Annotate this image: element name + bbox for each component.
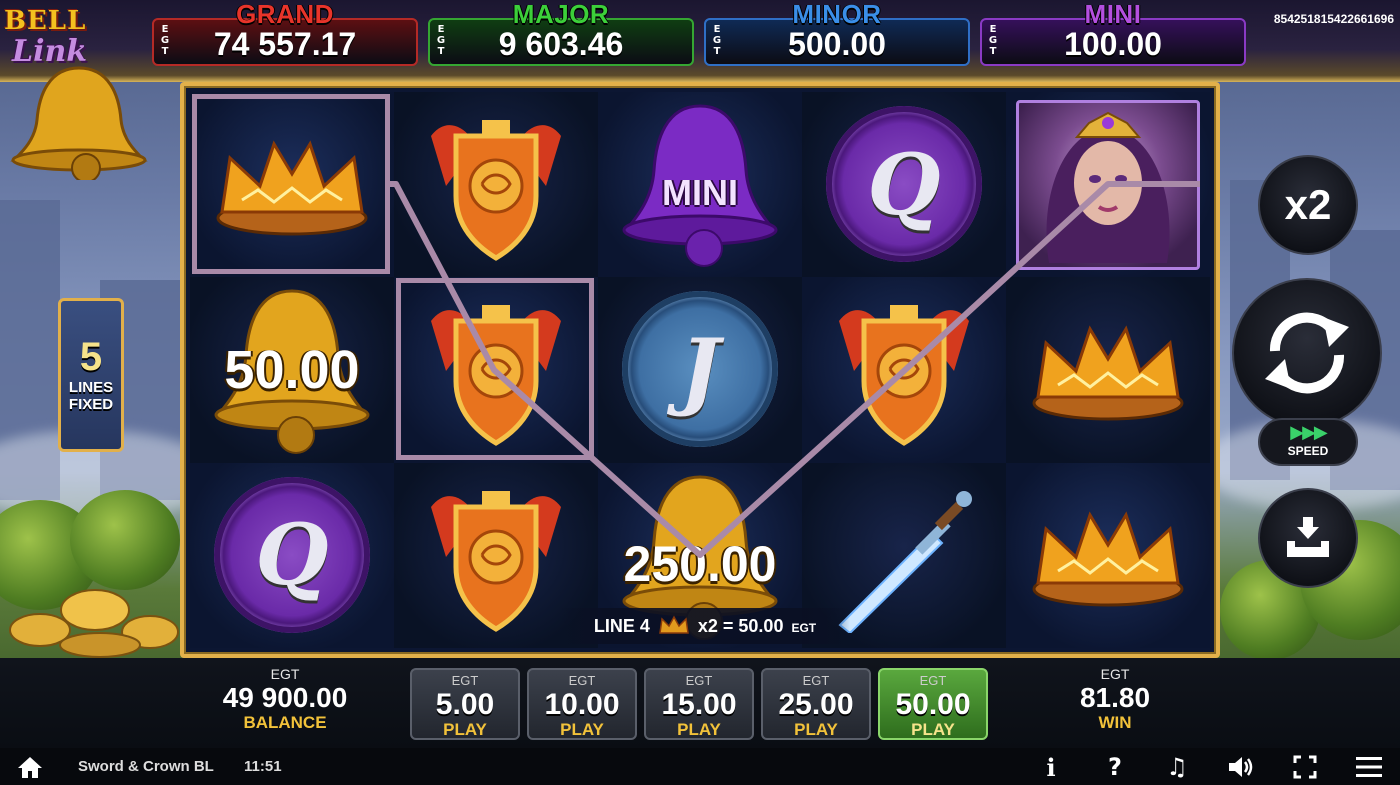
home-icon[interactable] <box>15 752 45 782</box>
golden-bell-icon <box>10 66 148 180</box>
q-coin-symbol-icon: Q <box>214 476 370 633</box>
rose-shield-symbol-icon <box>431 490 561 632</box>
bet-play-label: PLAY <box>560 720 604 739</box>
reel-2-row-1 <box>394 92 598 278</box>
princess-wild-symbol <box>1016 100 1200 270</box>
crown-symbol-icon <box>1032 511 1184 607</box>
game-name: Sword & Crown BL <box>78 758 214 775</box>
win-value: 81.80 <box>1079 682 1151 713</box>
jackpot-value: 9 603.46 <box>498 26 624 62</box>
spin-button[interactable] <box>1232 278 1382 428</box>
volume-icon[interactable] <box>1226 752 1256 782</box>
spin-arrows-icon <box>1265 312 1349 394</box>
bet-play-label: PLAY <box>443 720 487 739</box>
bet-button-4[interactable]: EGT 25.00 PLAY <box>761 668 871 740</box>
rose-shield-symbol-icon <box>839 305 969 447</box>
clock-time: 11:51 <box>244 758 282 775</box>
bet-value: 25.00 <box>778 688 854 721</box>
reel-1-row-1 <box>190 92 394 278</box>
bet-value: 50.00 <box>895 688 971 721</box>
jackpot-minor: E G T 500.00 MINOR <box>704 0 970 68</box>
bet-button-2[interactable]: EGT 10.00 PLAY <box>527 668 637 740</box>
jackpot-value: 500.00 <box>788 26 886 62</box>
reel-3-row-1: MINI <box>598 92 802 278</box>
j-coin-symbol-icon: J <box>622 291 778 448</box>
win-display: EGT 81.80 WIN <box>1050 666 1180 732</box>
bet-play-label: PLAY <box>794 720 838 739</box>
crown-icon <box>659 615 689 634</box>
reel-2-row-2 <box>394 277 598 463</box>
reel-1-row-3: Q <box>190 462 394 648</box>
reels-grid: MINI Q 50.00 J Q 250.00 <box>190 92 1210 648</box>
bet-play-label: PLAY <box>677 720 721 739</box>
reel-4-row-2 <box>802 277 1006 463</box>
ticket-id: 854251815422661696 <box>1273 12 1394 26</box>
line-win-amount: x2 = 50.00 <box>697 615 784 636</box>
lines-label: LINES <box>68 379 114 396</box>
line-win-banner: LINE 4 x2 = 50.00 EGT <box>560 608 850 644</box>
lines-fixed-badge: 5 LINES FIXED <box>58 298 124 452</box>
crown-symbol-icon <box>216 140 368 236</box>
jackpot-title: MINOR <box>792 0 882 29</box>
fixed-label: FIXED <box>68 396 114 413</box>
win-currency: EGT <box>1100 666 1130 682</box>
reel-5-row-1 <box>1006 92 1210 278</box>
music-icon[interactable]: ♫ <box>1162 752 1192 782</box>
bet-button-3[interactable]: EGT 15.00 PLAY <box>644 668 754 740</box>
line-win-currency: EGT <box>791 621 817 635</box>
multiplier-button[interactable]: x2 <box>1258 155 1358 255</box>
speed-label: SPEED <box>1287 444 1329 458</box>
bell-value: 250.00 <box>623 535 777 592</box>
jackpot-major: EGT9 603.46 MAJOR <box>428 0 694 68</box>
bet-value: 5.00 <box>435 688 495 721</box>
multiplier-label: x2 <box>1284 181 1332 228</box>
crown-symbol-icon <box>1032 325 1184 421</box>
win-label: WIN <box>1098 713 1132 732</box>
info-icon[interactable]: i <box>1036 752 1066 782</box>
sword-symbol-icon <box>838 490 972 633</box>
jackpot-title: GRAND <box>236 0 334 29</box>
reel-4-row-1: Q <box>802 92 1006 278</box>
jackpot-mini: E G T 100.00 MINI <box>980 0 1246 68</box>
reel-5-row-2 <box>1006 277 1210 463</box>
lines-count: 5 <box>79 335 103 379</box>
balance-label: BALANCE <box>243 713 327 732</box>
help-icon[interactable]: ? <box>1100 752 1130 782</box>
mini-bell-label: MINI <box>662 172 738 213</box>
speed-button[interactable]: ▶▶▶ SPEED <box>1258 418 1358 466</box>
reel-3-row-2: J <box>598 277 802 463</box>
jackpot-title: MINI <box>1084 0 1142 29</box>
reel-1-row-2: 50.00 <box>190 277 394 463</box>
balance-display: EGT 49 900.00 BALANCE <box>200 666 370 732</box>
balance-value: 49 900.00 <box>222 682 348 713</box>
rose-shield-symbol-icon <box>431 120 561 261</box>
bet-button-5[interactable]: EGT 50.00 PLAY <box>878 668 988 740</box>
princess-portrait-icon <box>1046 111 1170 263</box>
fullscreen-icon[interactable] <box>1290 752 1320 782</box>
logo-bell-text: BELL <box>4 6 87 36</box>
collect-button[interactable] <box>1258 488 1358 588</box>
reel-5-row-3 <box>1006 462 1210 648</box>
menu-icon[interactable] <box>1354 752 1384 782</box>
collect-tray-icon <box>1287 517 1329 557</box>
q-coin-symbol-icon: Q <box>826 106 982 262</box>
bet-button-1[interactable]: EGT 5.00 PLAY <box>410 668 520 740</box>
bet-play-label: PLAY <box>911 720 955 739</box>
balance-currency: EGT <box>270 666 300 682</box>
line-number: LINE 4 <box>593 615 650 636</box>
jackpot-value: 100.00 <box>1064 26 1162 62</box>
fast-forward-icon: ▶▶▶ <box>1290 422 1328 443</box>
bet-value: 15.00 <box>661 688 737 721</box>
rose-shield-symbol-icon <box>431 305 561 447</box>
jackpot-value: 74 557.17 <box>213 26 357 62</box>
bell-value: 50.00 <box>224 340 360 401</box>
bet-value: 10.00 <box>544 688 620 721</box>
jackpot-title: MAJOR <box>512 0 610 29</box>
jackpot-grand: E G T 74 557.17 GRAND <box>152 0 418 68</box>
gold-coins-pile-icon <box>9 589 179 658</box>
